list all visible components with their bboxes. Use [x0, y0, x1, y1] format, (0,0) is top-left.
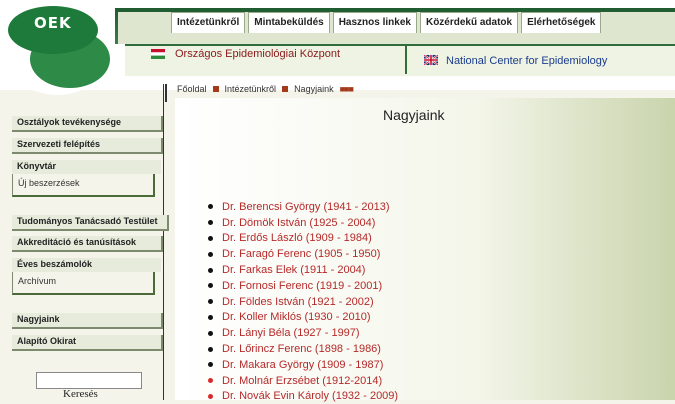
breadcrumb-trail-icon: ■■■	[339, 84, 354, 94]
hungarian-title-text: Országos Epidemiológiai Központ	[175, 48, 341, 60]
bullet-icon	[208, 393, 213, 399]
person-link[interactable]: Dr. Lányi Béla (1927 - 1997)	[222, 327, 360, 339]
bullet-icon	[208, 220, 213, 226]
page-title: Nagyjaink	[383, 107, 445, 123]
list-item[interactable]: Dr. Földes István (1921 - 2002)	[208, 294, 398, 310]
logo-text: OEK	[34, 14, 72, 32]
list-item[interactable]: Dr. Molnár Erzsébet (1912-2014)	[208, 373, 398, 389]
bullet-icon	[208, 346, 213, 352]
list-item[interactable]: Dr. Erdős László (1909 - 1984)	[208, 231, 398, 247]
sidebar-item-tudomanyos[interactable]: Tudományos Tanácsadó Testület	[12, 215, 169, 231]
sidebar-subitem-uj-beszerzesek[interactable]: Új beszerzések	[18, 178, 80, 188]
bullet-icon	[208, 378, 213, 384]
list-item[interactable]: Dr. Koller Miklós (1930 - 2010)	[208, 310, 398, 326]
list-item[interactable]: Dr. Lőrincz Ferenc (1898 - 1986)	[208, 341, 398, 357]
list-item[interactable]: Dr. Fornosi Ferenc (1919 - 2001)	[208, 278, 398, 294]
person-link[interactable]: Dr. Berencsi György (1941 - 2013)	[222, 201, 390, 213]
breadcrumb-separator-icon	[282, 86, 289, 92]
list-item[interactable]: Dr. Farkas Elek (1911 - 2004)	[208, 262, 398, 278]
person-link[interactable]: Dr. Molnár Erzsébet (1912-2014)	[222, 375, 382, 387]
english-title-text: National Center for Epidemiology	[446, 55, 608, 67]
person-link[interactable]: Dr. Koller Miklós (1930 - 2010)	[222, 311, 371, 323]
bullet-icon	[208, 235, 213, 241]
bullet-icon	[208, 267, 213, 273]
tab-mintabekuldes[interactable]: Mintabeküldés	[248, 12, 330, 33]
breadcrumb-about[interactable]: Intézetünkről	[225, 84, 277, 94]
bullet-icon	[208, 204, 213, 210]
person-link[interactable]: Dr. Makara György (1909 - 1987)	[222, 359, 383, 371]
breadcrumb-home[interactable]: Főoldal	[177, 84, 207, 94]
bullet-icon	[208, 330, 213, 336]
bullet-icon	[208, 314, 213, 320]
list-item[interactable]: Dr. Lányi Béla (1927 - 1997)	[208, 325, 398, 341]
search-label: Keresés	[63, 388, 98, 400]
hungarian-title[interactable]: Országos Epidemiológiai Központ	[151, 48, 341, 60]
tab-elerhetosegek[interactable]: Elérhetőségek	[521, 12, 602, 33]
person-link[interactable]: Dr. Erdős László (1909 - 1984)	[222, 232, 372, 244]
people-list: Dr. Berencsi György (1941 - 2013) Dr. Dö…	[208, 199, 398, 404]
tab-intezetunkrol[interactable]: Intézetünkről	[171, 12, 246, 33]
breadcrumb: Főoldal Intézetünkről Nagyjaink ■■■	[177, 84, 354, 94]
content-border	[163, 84, 164, 400]
bullet-icon	[208, 299, 213, 305]
person-link[interactable]: Dr. Dömök István (1925 - 2004)	[222, 217, 375, 229]
list-item[interactable]: Dr. Dömök István (1925 - 2004)	[208, 215, 398, 231]
person-link[interactable]: Dr. Lőrincz Ferenc (1898 - 1986)	[222, 343, 381, 355]
sidebar-subitem-archivum[interactable]: Archívum	[18, 276, 56, 286]
breadcrumb-marker	[165, 84, 167, 102]
bullet-icon	[208, 251, 213, 257]
list-item[interactable]: Dr. Faragó Ferenc (1905 - 1950)	[208, 246, 398, 262]
breadcrumb-current: Nagyjaink	[294, 84, 334, 94]
top-nav: Intézetünkről Mintabeküldés Hasznos link…	[171, 12, 602, 33]
english-title[interactable]: National Center for Epidemiology	[424, 55, 608, 67]
sidebar-item-akkreditacio[interactable]: Akkreditáció és tanúsítások	[12, 236, 163, 252]
list-item[interactable]: Dr. Berencsi György (1941 - 2013)	[208, 199, 398, 215]
bullet-icon	[208, 283, 213, 289]
person-link[interactable]: Dr. Faragó Ferenc (1905 - 1950)	[222, 248, 380, 260]
sidebar-item-szervezeti[interactable]: Szervezeti felépítés	[12, 138, 163, 154]
person-link[interactable]: Dr. Fornosi Ferenc (1919 - 2001)	[222, 280, 382, 292]
tab-kozerdeku-adatok[interactable]: Közérdekű adatok	[419, 12, 519, 33]
title-divider	[405, 44, 407, 74]
person-link[interactable]: Dr. Földes István (1921 - 2002)	[222, 296, 374, 308]
tab-hasznos-linkek[interactable]: Hasznos linkek	[332, 12, 417, 33]
list-item[interactable]: Dr. Makara György (1909 - 1987)	[208, 357, 398, 373]
list-item[interactable]: Dr. Novák Evin Károly (1932 - 2009)	[208, 389, 398, 404]
sidebar-item-nagyjaink[interactable]: Nagyjaink	[12, 313, 163, 329]
person-link[interactable]: Dr. Novák Evin Károly (1932 - 2009)	[222, 390, 398, 402]
sidebar-item-konyvtar[interactable]: Könyvtár	[12, 160, 161, 174]
bullet-icon	[208, 362, 213, 368]
breadcrumb-separator-icon	[212, 86, 219, 92]
person-link[interactable]: Dr. Farkas Elek (1911 - 2004)	[222, 264, 365, 276]
sidebar-item-osztalyok[interactable]: Osztályok tevékenysége	[12, 116, 163, 132]
sidebar-item-alapito-okirat[interactable]: Alapító Okirat	[12, 335, 163, 351]
sidebar-item-eves-beszamolok[interactable]: Éves beszámolók	[12, 258, 161, 272]
english-flag-icon	[424, 55, 438, 65]
hungarian-flag-icon	[151, 49, 165, 59]
search-input[interactable]	[36, 372, 142, 389]
